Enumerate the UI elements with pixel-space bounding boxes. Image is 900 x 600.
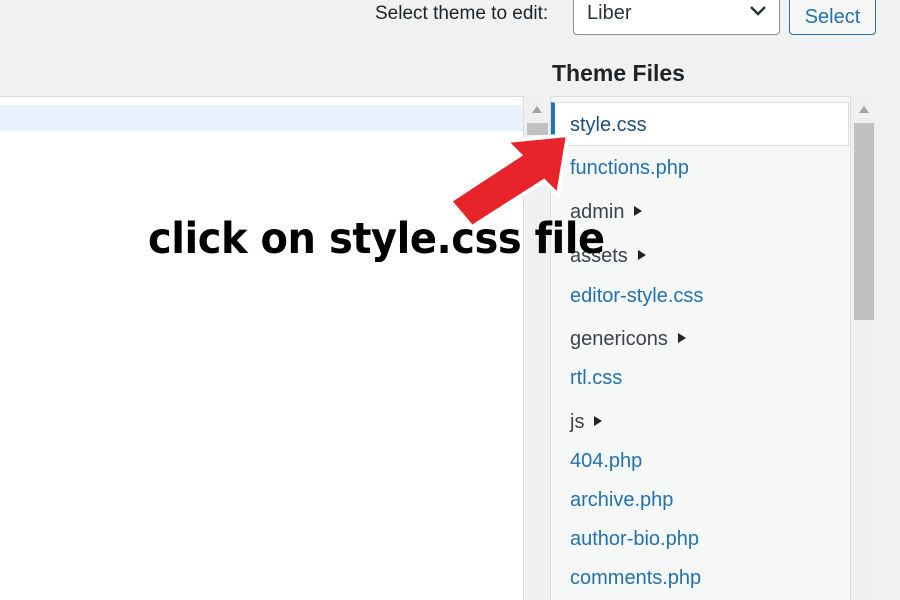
- pointer-arrow-icon: [447, 132, 571, 230]
- file-item[interactable]: comments.php: [551, 556, 849, 600]
- theme-dropdown-value: Liber: [587, 2, 632, 24]
- file-label: editor-style.css: [570, 285, 704, 307]
- theme-dropdown[interactable]: Liber: [573, 0, 780, 35]
- select-theme-button[interactable]: Select: [789, 0, 876, 35]
- expand-arrow-icon[interactable]: [594, 416, 603, 426]
- expand-arrow-icon[interactable]: [637, 250, 646, 260]
- select-theme-label: Select theme to edit:: [375, 3, 549, 24]
- file-label: 404.php: [570, 450, 643, 472]
- file-label: comments.php: [570, 567, 702, 589]
- chevron-down-icon: [750, 6, 766, 16]
- file-label: functions.php: [570, 157, 689, 179]
- file-label: rtl.css: [570, 367, 623, 389]
- file-item[interactable]: rtl.css: [551, 356, 849, 400]
- scroll-up-icon[interactable]: [532, 106, 542, 113]
- file-item[interactable]: editor-style.css: [551, 274, 849, 318]
- file-item[interactable]: style.css: [551, 102, 849, 146]
- theme-files-heading: Theme Files: [552, 60, 685, 86]
- folder-label: js: [570, 411, 585, 433]
- folder-item[interactable]: genericons: [551, 317, 849, 361]
- expand-arrow-icon[interactable]: [677, 333, 686, 343]
- scrollbar-thumb[interactable]: [854, 123, 874, 320]
- file-label: archive.php: [570, 489, 674, 511]
- expand-arrow-icon[interactable]: [634, 206, 643, 216]
- files-scrollbar[interactable]: [850, 96, 877, 600]
- folder-item[interactable]: js: [551, 400, 849, 444]
- file-item[interactable]: author-bio.php: [551, 517, 849, 561]
- folder-label: genericons: [570, 328, 668, 350]
- file-label: style.css: [570, 114, 647, 136]
- file-item[interactable]: functions.php: [551, 146, 849, 190]
- theme-file-editor: Select theme to edit: Liber Select Theme…: [0, 0, 900, 600]
- file-item[interactable]: archive.php: [551, 478, 849, 522]
- file-item[interactable]: 404.php: [551, 439, 849, 483]
- file-label: author-bio.php: [570, 528, 699, 550]
- theme-files-list: style.css functions.php admin assets editor-…: [550, 96, 850, 600]
- scroll-up-icon[interactable]: [859, 106, 869, 113]
